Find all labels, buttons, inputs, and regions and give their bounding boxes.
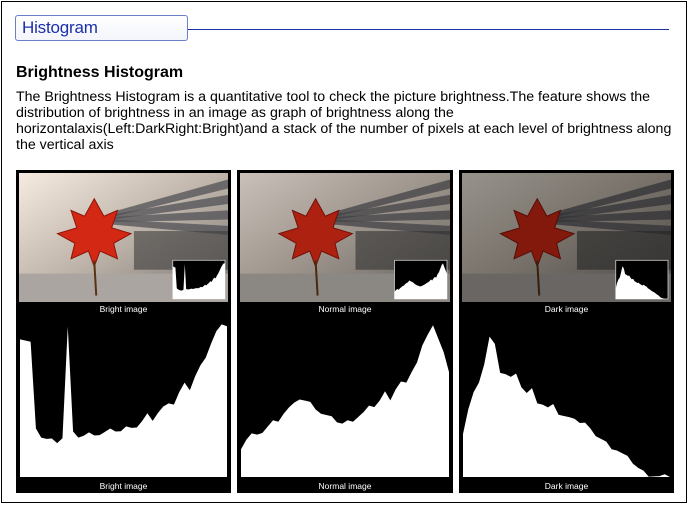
photo-caption: Normal image	[318, 304, 372, 314]
section-description: The Brightness Histogram is a quantitati…	[16, 89, 672, 153]
dark-histogram-panel: Dark image	[459, 316, 674, 493]
tab-label: Histogram	[22, 18, 98, 37]
section-title: Brightness Histogram	[16, 64, 184, 81]
brightness-histogram	[20, 318, 227, 477]
histogram-tab[interactable]: Histogram	[15, 15, 188, 41]
leaf-photo	[240, 173, 450, 302]
tab-underline	[188, 29, 669, 30]
photo-caption: Bright image	[99, 304, 148, 314]
brightness-histogram	[241, 318, 449, 477]
histogram-caption: Normal image	[318, 481, 372, 491]
leaf-photo	[19, 173, 228, 302]
photo-caption: Dark image	[544, 304, 589, 314]
dark-photo-panel: Dark image	[459, 170, 674, 316]
histogram-caption: Dark image	[544, 481, 589, 491]
brightness-histogram	[463, 318, 670, 477]
histogram-caption: Bright image	[99, 481, 148, 491]
leaf-photo	[462, 173, 671, 302]
bright-photo-panel: Bright image	[16, 170, 231, 316]
normal-photo-panel: Normal image	[237, 170, 453, 316]
normal-histogram-panel: Normal image	[237, 316, 453, 493]
bright-histogram-panel: Bright image	[16, 316, 231, 493]
